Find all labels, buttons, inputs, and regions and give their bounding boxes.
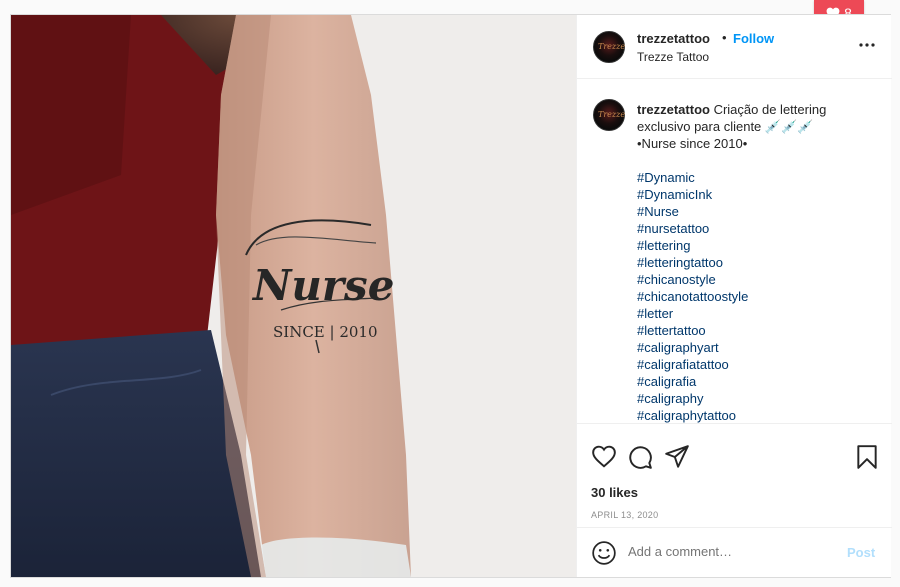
comment-input[interactable] <box>628 544 828 559</box>
hashtag[interactable]: #letter <box>637 305 877 322</box>
tattoo-photo: Nurse SINCE | 2010 <box>11 15 576 577</box>
hashtag-list: #Dynamic #DynamicInk #Nurse #nursetattoo… <box>637 169 877 423</box>
header-separator: • <box>722 30 727 45</box>
comment-icon[interactable] <box>627 444 653 470</box>
hashtag[interactable]: #caligraphytattoo <box>637 407 877 423</box>
emoji-icon[interactable] <box>591 540 617 566</box>
hashtag[interactable]: #lettertattoo <box>637 322 877 339</box>
hashtag[interactable]: #nursetattoo <box>637 220 877 237</box>
hashtag[interactable]: #lettering <box>637 237 877 254</box>
tattoo-since: SINCE | 2010 <box>273 323 378 341</box>
hashtag[interactable]: #letteringtattoo <box>637 254 877 271</box>
post-card: Nurse SINCE | 2010 Trezze trezzetattoo •… <box>10 14 892 578</box>
follow-button[interactable]: Follow <box>733 31 774 46</box>
post-date[interactable]: APRIL 13, 2020 <box>591 510 658 520</box>
author-avatar[interactable]: Trezze <box>593 31 625 63</box>
hashtag[interactable]: #caligraphyart <box>637 339 877 356</box>
author-full-name: Trezze Tattoo <box>637 50 710 64</box>
heart-icon[interactable] <box>591 444 617 470</box>
hashtag[interactable]: #caligrafiatattoo <box>637 356 877 373</box>
caption-avatar[interactable]: Trezze <box>593 99 625 131</box>
hashtag[interactable]: #Dynamic <box>637 169 877 186</box>
share-icon[interactable] <box>664 444 690 470</box>
more-options-icon[interactable] <box>857 35 877 55</box>
hashtag[interactable]: #caligraphy <box>637 390 877 407</box>
caption-text: trezzetattoo Criação de lettering exclus… <box>637 101 877 423</box>
comment-bar: Post <box>577 527 892 577</box>
post-side-panel: Trezze trezzetattoo • Follow Trezze Tatt… <box>576 15 892 577</box>
action-bar: 30 likes APRIL 13, 2020 <box>577 423 892 543</box>
hashtag[interactable]: #Nurse <box>637 203 877 220</box>
caption-username[interactable]: trezzetattoo <box>637 102 710 117</box>
post-comment-button[interactable]: Post <box>847 545 875 560</box>
post-header: Trezze trezzetattoo • Follow Trezze Tatt… <box>577 15 892 79</box>
hashtag[interactable]: #DynamicInk <box>637 186 877 203</box>
tattoo-word: Nurse <box>251 261 394 310</box>
likes-count[interactable]: 30 likes <box>591 485 638 500</box>
hashtag[interactable]: #chicanostyle <box>637 271 877 288</box>
bookmark-icon[interactable] <box>854 444 880 470</box>
hashtag[interactable]: #chicanotattoostyle <box>637 288 877 305</box>
post-image[interactable]: Nurse SINCE | 2010 <box>11 15 576 577</box>
author-username[interactable]: trezzetattoo <box>637 31 710 46</box>
caption-area: Trezze trezzetattoo Criação de lettering… <box>577 79 892 423</box>
hashtag[interactable]: #caligrafia <box>637 373 877 390</box>
caption-line2: •Nurse since 2010• <box>637 136 748 151</box>
